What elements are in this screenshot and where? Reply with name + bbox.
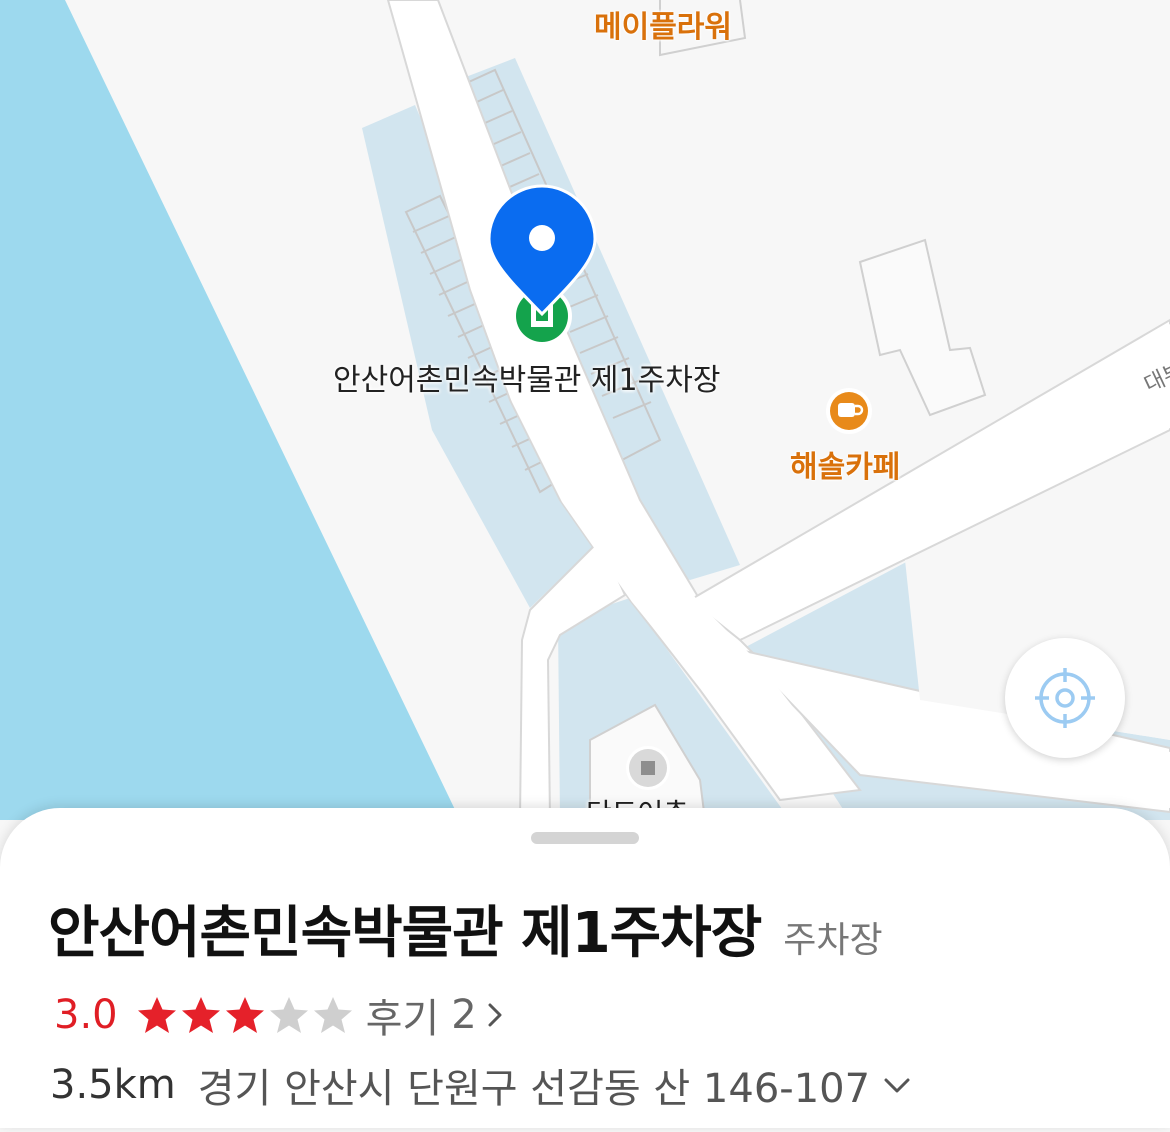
star-icon [181, 997, 220, 1033]
star-rating [136, 995, 356, 1035]
rating-row: 3.0 후기 2 [54, 986, 507, 1044]
star-icon [137, 997, 176, 1033]
title-row: 안산어촌민속박물관 제1주차장 주차장 [48, 888, 883, 969]
poi-label-mayflower[interactable]: 메이플라워 [594, 2, 732, 46]
place-title: 안산어촌민속박물관 제1주차장 [48, 901, 762, 966]
chevron-right-icon [488, 1003, 502, 1027]
poi-label-parking[interactable]: 안산어촌민속박물관 제1주차장 [333, 355, 720, 399]
review-count: 2 [451, 992, 477, 1038]
chevron-down-icon[interactable] [880, 1070, 914, 1100]
building-icon[interactable] [626, 746, 670, 790]
review-label: 후기 [365, 996, 440, 1042]
rating-value: 3.0 [54, 992, 118, 1038]
crosshair-icon [1035, 668, 1095, 728]
locate-me-button[interactable] [1005, 638, 1125, 758]
cafe-cup-icon[interactable] [826, 388, 872, 434]
review-link[interactable]: 후기 2 [366, 986, 507, 1044]
star-icon [269, 997, 308, 1033]
distance-label: 3.5km [50, 1062, 176, 1108]
place-category: 주차장 [783, 920, 883, 961]
address-text: 경기 안산시 단원구 선감동 산 146-107 [197, 1066, 871, 1112]
place-info-sheet[interactable]: 안산어촌민속박물관 제1주차장 주차장 3.0 후기 2 3.5km 경기 안산… [0, 808, 1170, 1128]
poi-label-cafe[interactable]: 해솔카페 [790, 442, 900, 486]
star-icon [313, 997, 352, 1033]
address-row[interactable]: 3.5km 경기 안산시 단원구 선감동 산 146-107 [50, 1056, 914, 1114]
star-icon [225, 997, 264, 1033]
sheet-drag-handle[interactable] [531, 832, 639, 844]
